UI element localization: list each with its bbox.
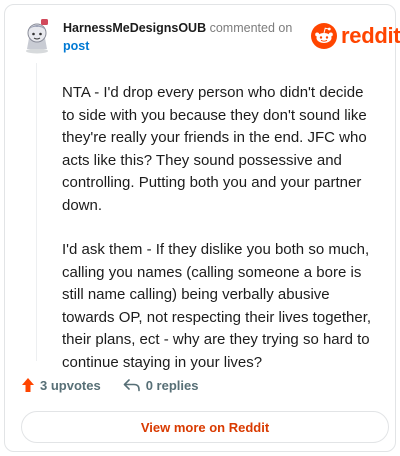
comment-actions: 3 upvotes 0 replies: [21, 377, 198, 393]
post-link[interactable]: post: [63, 37, 303, 55]
reddit-wordmark: reddit: [341, 23, 400, 48]
commented-label: commented on: [209, 21, 293, 35]
replies-button[interactable]: 0 replies: [123, 377, 199, 393]
comment-paragraph: I'd ask them - If they dislike you both …: [62, 241, 372, 371]
upvote-arrow-icon: [22, 378, 34, 392]
upvote-count: 3 upvotes: [40, 377, 101, 393]
thread-line[interactable]: [36, 63, 37, 361]
comment-meta: HarnessMeDesignsOUB commented on post: [63, 19, 303, 55]
comment-paragraph: NTA - I'd drop every person who didn't d…: [62, 84, 367, 214]
view-more-button[interactable]: View more on Reddit: [21, 411, 389, 443]
comment-author[interactable]: HarnessMeDesignsOUB: [63, 21, 206, 35]
reply-count: 0 replies: [145, 377, 199, 393]
reddit-alien-icon: [311, 23, 337, 49]
reply-arrow-icon: [123, 379, 140, 392]
embedded-comment-card: HarnessMeDesignsOUB commented on post re…: [4, 4, 400, 452]
upvote-button[interactable]: 3 upvotes: [21, 377, 101, 393]
reddit-logo[interactable]: reddit: [311, 22, 400, 50]
user-avatar[interactable]: [22, 18, 52, 54]
comment-body: NTA - I'd drop every person who didn't d…: [62, 82, 380, 396]
